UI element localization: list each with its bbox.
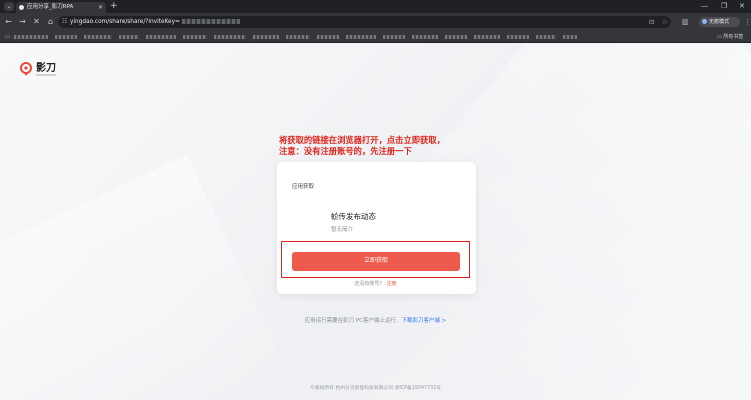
bookmark-item[interactable] [183, 35, 207, 39]
page-content: 影刀 将获取的链接在浏览器打开，点击立即获取， 注意：没有注册账号的，先注册一下… [0, 43, 751, 400]
url-text: yingdao.com/share/share/?inviteKey= [70, 19, 180, 25]
bookmarks-bar: ▭ ▭ 所有书签 [0, 31, 751, 43]
bookmark-item[interactable] [317, 35, 339, 39]
bookmark-item[interactable] [563, 35, 577, 39]
tab-search-button[interactable]: ⌄ [4, 2, 14, 11]
tab-title: 应用分享_影刀RPA [27, 4, 74, 10]
browser-toolbar: ← → ✕ ⌂ ☷ yingdao.com/share/share/?invit… [0, 13, 751, 31]
bookmark-item[interactable] [286, 35, 310, 39]
browser-tab[interactable]: 应用分享_影刀RPA ✕ [16, 2, 106, 13]
bookmark-item[interactable] [383, 35, 405, 39]
bookmark-item[interactable] [445, 35, 467, 39]
forward-icon[interactable]: → [17, 16, 28, 28]
incognito-profile-button[interactable]: 无痕模式 [699, 17, 740, 27]
minimize-icon[interactable]: — [701, 1, 708, 12]
register-question: 还没有账号? [354, 281, 383, 287]
register-prompt: 还没有账号? 注册 [0, 280, 751, 287]
bookmark-item[interactable] [507, 35, 529, 39]
client-hint: 应用运行需要在影刀 PC客户端上运行, 下载影刀客户端 > [0, 316, 751, 324]
browser-tab-bar: ⌄ 应用分享_影刀RPA ✕ + — ❐ ✕ [0, 0, 751, 13]
install-app-icon[interactable]: ⊟ [649, 16, 654, 28]
favicon-icon [19, 5, 24, 10]
app-name: 蚧传发布动态 [331, 212, 376, 221]
hint-text: 应用运行需要在影刀 PC客户端上运行, [304, 318, 398, 324]
tab-close-icon[interactable]: ✕ [98, 2, 103, 13]
bookmark-item[interactable] [412, 35, 438, 39]
stop-loading-icon[interactable]: ✕ [31, 16, 42, 28]
home-icon[interactable]: ⌂ [45, 16, 56, 28]
maximize-icon[interactable]: ❐ [721, 1, 727, 12]
bookmark-item[interactable] [253, 35, 279, 39]
bookmark-item[interactable] [214, 35, 246, 39]
bookmark-item[interactable] [119, 35, 139, 39]
card-title: 应用获取 [292, 184, 315, 190]
menu-icon[interactable]: ⋮ [744, 16, 751, 28]
app-icon [292, 208, 308, 224]
download-client-link[interactable]: 下载影刀客户端 > [402, 318, 447, 324]
profile-label: 无痕模式 [709, 19, 730, 25]
annotation-line-2: 注意：没有注册账号的，先注册一下 [279, 146, 412, 156]
bookmark-item[interactable] [474, 35, 500, 39]
annotation-highlight-box [281, 241, 470, 278]
incognito-icon [702, 19, 707, 24]
window-close-icon[interactable]: ✕ [739, 1, 745, 12]
annotation-line-1: 将获取的链接在浏览器打开，点击立即获取， [279, 135, 445, 145]
footer-copyright: ©版权所有 杭州分叉智能科技有限公司 浙ICP备19047732号 [309, 386, 442, 391]
side-panel-icon[interactable]: ▥ [682, 16, 689, 28]
bookmark-star-icon[interactable]: ☆ [662, 16, 668, 28]
back-icon[interactable]: ← [3, 16, 14, 28]
logo-icon [20, 62, 32, 76]
bookmark-item[interactable] [346, 35, 376, 39]
register-link[interactable]: 注册 [387, 281, 397, 287]
logo-subtext [36, 74, 56, 76]
all-bookmarks-button[interactable]: ▭ 所有书签 [717, 31, 743, 43]
app-description: 暂无简介 [331, 227, 354, 233]
bookmark-item[interactable] [146, 35, 176, 39]
bookmark-item[interactable] [14, 35, 48, 39]
bookmark-folder-icon[interactable]: ▭ [5, 33, 11, 41]
address-bar[interactable]: ☷ yingdao.com/share/share/?inviteKey= ⊟ … [58, 16, 671, 28]
bookmark-item[interactable] [55, 35, 77, 39]
new-tab-button[interactable]: + [110, 1, 118, 12]
bookmark-item[interactable] [84, 35, 112, 39]
url-redacted-segment [181, 19, 240, 24]
bookmark-item[interactable] [536, 35, 556, 39]
instruction-annotation: 将获取的链接在浏览器打开，点击立即获取， 注意：没有注册账号的，先注册一下 [279, 135, 445, 157]
site-info-icon[interactable]: ☷ [62, 16, 67, 28]
